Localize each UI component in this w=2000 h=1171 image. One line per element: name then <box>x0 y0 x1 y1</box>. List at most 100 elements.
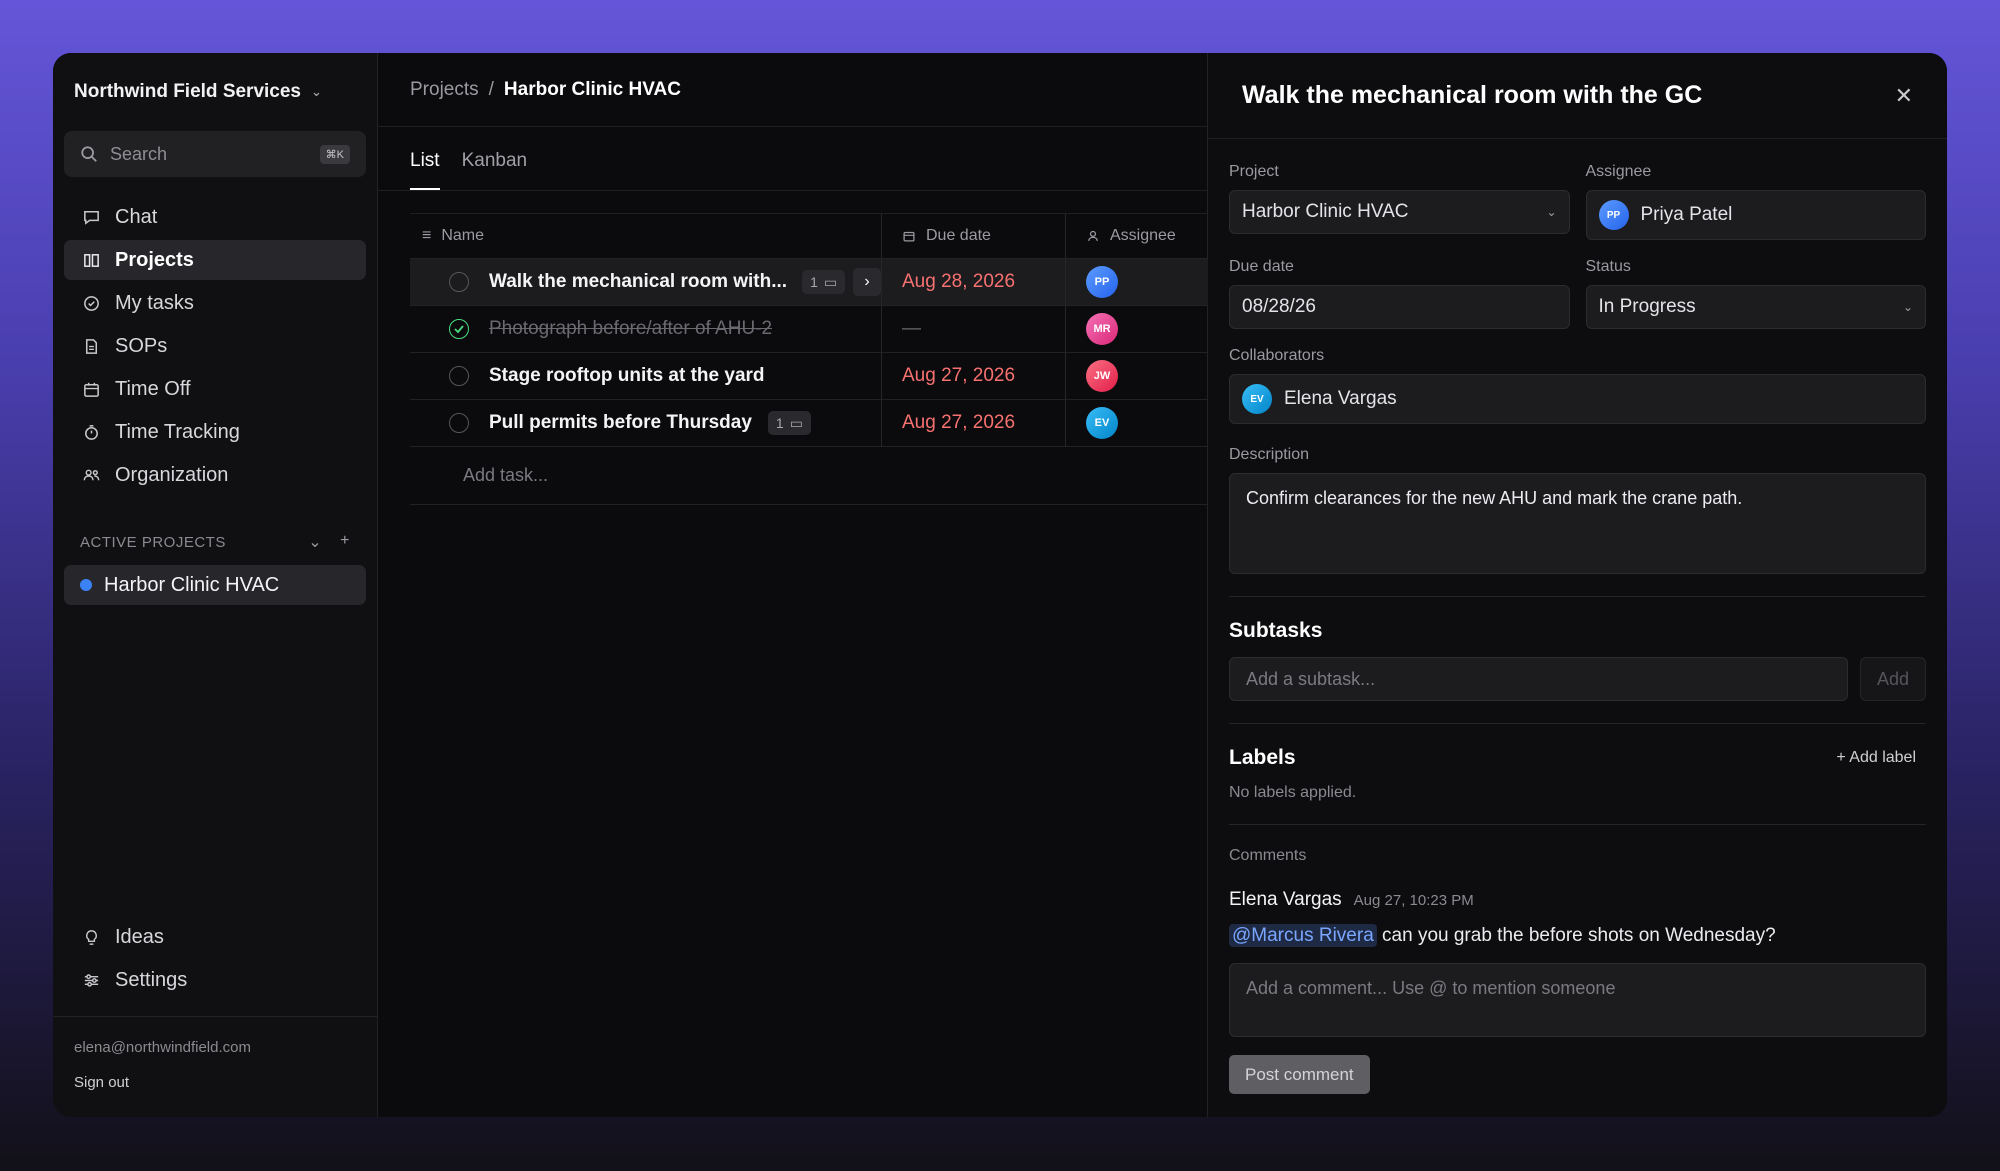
description-textarea[interactable]: Confirm clearances for the new AHU and m… <box>1229 473 1926 574</box>
subtask-input[interactable]: Add a subtask... <box>1229 657 1848 701</box>
nav-item-ideas[interactable]: Ideas <box>64 917 366 957</box>
chevron-down-icon: ⌄ <box>311 84 322 99</box>
nav-label: Organization <box>115 463 229 486</box>
active-projects-header: ACTIVE PROJECTS ⌄ + <box>64 529 366 555</box>
nav-item-time-off[interactable]: Time Off <box>64 369 366 409</box>
breadcrumb-parent[interactable]: Projects <box>410 79 479 101</box>
chevron-down-icon: ⌄ <box>1902 300 1913 314</box>
section-title: ACTIVE PROJECTS <box>80 533 226 551</box>
table-row[interactable]: Photograph before/after of AHU-2 — MR <box>410 306 1208 353</box>
table-row[interactable]: Walk the mechanical room with... 1 ▭ › A… <box>410 259 1208 306</box>
chat-icon <box>84 210 99 225</box>
comments-label: Comments <box>1229 847 1307 864</box>
nav-item-settings[interactable]: Settings <box>64 960 366 1000</box>
add-subtask-button[interactable]: Add <box>1860 657 1926 701</box>
add-project-icon[interactable]: + <box>340 532 350 552</box>
task-checkbox[interactable] <box>449 272 469 292</box>
column-label: Assignee <box>1110 227 1176 244</box>
table-row[interactable]: Pull permits before Thursday 1 ▭ Aug 27,… <box>410 400 1208 447</box>
chevron-down-icon: ⌄ <box>1546 205 1557 219</box>
sidebar-project-harbor-clinic[interactable]: Harbor Clinic HVAC <box>64 565 366 605</box>
nav-label: SOPs <box>115 334 168 357</box>
project-color-dot <box>80 579 92 591</box>
nav-item-chat[interactable]: Chat <box>64 197 366 237</box>
field-label: Due date <box>1229 258 1294 275</box>
column-header-due[interactable]: Due date <box>882 214 1066 258</box>
nav-label: My tasks <box>115 291 194 314</box>
comment-author: Elena Vargas <box>1229 889 1342 910</box>
nav-item-projects[interactable]: Projects <box>64 240 366 280</box>
breadcrumb: Projects / Harbor Clinic HVAC <box>378 53 1207 127</box>
comment-icon: ▭ <box>823 273 838 290</box>
search-input[interactable]: Search ⌘K <box>64 131 366 177</box>
app-window: Northwind Field Services ⌄ Search ⌘K Cha… <box>53 53 1947 1117</box>
task-name[interactable]: Stage rooftop units at the yard <box>489 365 765 387</box>
task-checkbox[interactable] <box>449 413 469 433</box>
due-date-input[interactable]: 08/28/26 <box>1229 285 1570 329</box>
task-due-date[interactable]: Aug 27, 2026 <box>902 365 1015 387</box>
nav-item-sops[interactable]: SOPs <box>64 326 366 366</box>
stopwatch-icon <box>85 424 98 440</box>
comment-icon: ▭ <box>789 414 803 431</box>
sidebar-bottom: Ideas Settings elena@northwindfield.com … <box>53 917 377 1117</box>
task-checkbox[interactable] <box>449 366 469 386</box>
section-heading: Subtasks <box>1229 619 1323 642</box>
nav-label: Time Off <box>115 377 191 400</box>
project-select[interactable]: Harbor Clinic HVAC ⌄ <box>1229 190 1570 234</box>
sliders-icon <box>84 973 99 987</box>
tab-kanban[interactable]: Kanban <box>462 150 528 190</box>
view-tabs: List Kanban <box>378 127 1207 191</box>
task-checkbox-done[interactable] <box>449 319 469 339</box>
status-value: In Progress <box>1598 296 1696 317</box>
section-heading: Labels <box>1229 746 1296 769</box>
chevron-right-icon: › <box>864 273 870 290</box>
avatar[interactable]: MR <box>1086 313 1118 345</box>
divider <box>1229 824 1926 825</box>
mention-chip[interactable]: @Marcus Rivera <box>1229 924 1377 947</box>
table-header: ≡ Name Due date Assignee <box>410 213 1208 259</box>
people-icon <box>83 469 100 480</box>
field-label: Description <box>1229 446 1310 463</box>
avatar[interactable]: JW <box>1086 360 1118 392</box>
lightbulb-icon <box>86 929 97 945</box>
task-detail-panel: Walk the mechanical room with the GC ✕ P… <box>1208 53 1947 1117</box>
project-value: Harbor Clinic HVAC <box>1242 201 1409 222</box>
org-name: Northwind Field Services <box>74 81 301 102</box>
task-due-date[interactable]: Aug 28, 2026 <box>902 271 1015 293</box>
nav-item-time-tracking[interactable]: Time Tracking <box>64 412 366 452</box>
avatar[interactable]: PP <box>1086 266 1118 298</box>
add-label-button[interactable]: + Add label <box>1836 749 1926 767</box>
task-name[interactable]: Pull permits before Thursday <box>489 412 752 434</box>
column-header-assignee[interactable]: Assignee <box>1066 214 1208 258</box>
task-title[interactable]: Walk the mechanical room with the GC <box>1242 81 1702 110</box>
task-due-date[interactable]: — <box>902 318 921 340</box>
account-footer: elena@northwindfield.com Sign out <box>53 1016 377 1117</box>
nav-item-my-tasks[interactable]: My tasks <box>64 283 366 323</box>
task-list-panel: Projects / Harbor Clinic HVAC List Kanba… <box>378 53 1208 1117</box>
field-label: Collaborators <box>1229 347 1325 364</box>
task-table: ≡ Name Due date Assignee Walk the mechan… <box>410 213 1208 505</box>
column-header-name[interactable]: ≡ Name <box>410 214 882 258</box>
nav-label: Time Tracking <box>115 420 240 443</box>
task-name[interactable]: Walk the mechanical room with... <box>489 271 786 293</box>
avatar[interactable]: EV <box>1086 407 1118 439</box>
sign-out-link[interactable]: Sign out <box>74 1074 356 1091</box>
collapse-icon[interactable]: ⌄ <box>308 532 322 552</box>
assignee-picker[interactable]: PP Priya Patel <box>1585 190 1926 240</box>
close-icon[interactable]: ✕ <box>1895 83 1913 109</box>
table-row[interactable]: Stage rooftop units at the yard Aug 27, … <box>410 353 1208 400</box>
person-icon <box>1088 230 1098 241</box>
status-select[interactable]: In Progress ⌄ <box>1585 285 1926 329</box>
comment-input[interactable]: Add a comment... Use @ to mention someon… <box>1229 963 1926 1037</box>
post-comment-button[interactable]: Post comment <box>1229 1055 1370 1094</box>
tab-list[interactable]: List <box>410 150 440 190</box>
collaborators-field[interactable]: EV Elena Vargas <box>1229 374 1926 424</box>
open-task-button[interactable]: › <box>853 268 881 296</box>
due-date-value: 08/28/26 <box>1242 296 1316 317</box>
task-due-date[interactable]: Aug 27, 2026 <box>902 412 1015 434</box>
task-name[interactable]: Photograph before/after of AHU-2 <box>489 318 772 340</box>
add-task-input[interactable]: Add task... <box>410 447 1208 505</box>
divider <box>1229 596 1926 597</box>
nav-item-organization[interactable]: Organization <box>64 455 366 495</box>
org-switcher[interactable]: Northwind Field Services ⌄ <box>64 53 366 131</box>
